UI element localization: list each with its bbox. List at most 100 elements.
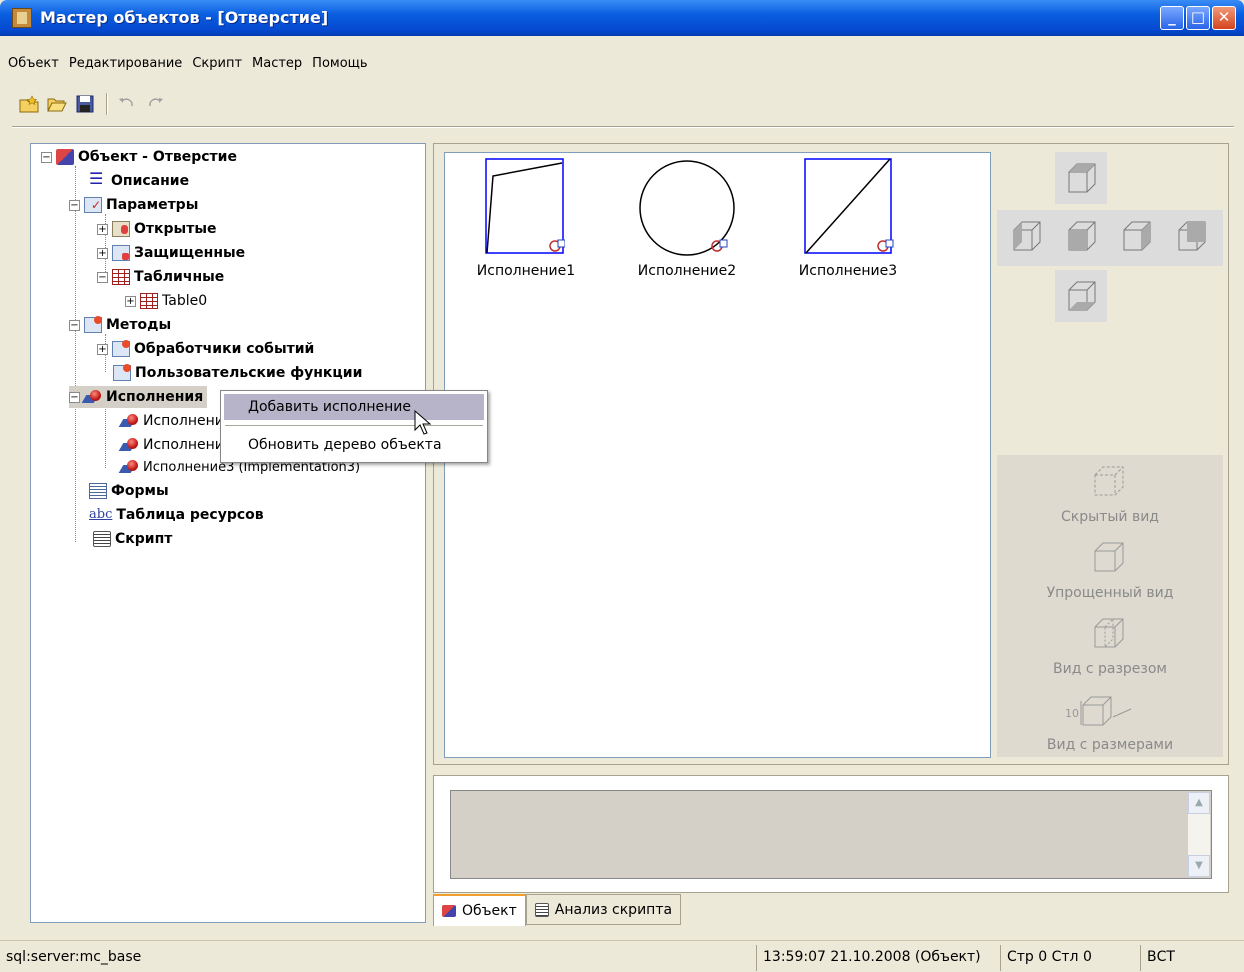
event-handlers-icon — [112, 340, 130, 357]
tree-item-root[interactable]: − Объект - Отверстие — [41, 146, 237, 168]
collapse-toggle[interactable]: − — [69, 199, 80, 211]
top-view-icon[interactable] — [1055, 152, 1107, 204]
toolbar-divider — [12, 126, 1234, 128]
close-button[interactable]: ✕ — [1212, 6, 1236, 30]
new-object-icon[interactable] — [16, 91, 42, 117]
scroll-down-button[interactable]: ▼ — [1188, 855, 1210, 877]
dimensions-view-icon[interactable]: 10 — [1061, 687, 1161, 729]
open-params-icon — [112, 221, 130, 237]
menu-object[interactable]: Объект — [8, 56, 59, 71]
user-functions-icon — [113, 364, 131, 381]
right-view-icon[interactable] — [1110, 210, 1162, 262]
tree-item-methods[interactable]: − Методы — [69, 314, 171, 336]
menu-script[interactable]: Скрипт — [192, 56, 242, 71]
menu-item-refresh-tree[interactable]: Обновить дерево объекта — [224, 433, 484, 457]
tree-label: Формы — [111, 483, 169, 499]
tree-item-tabular[interactable]: − Табличные — [97, 266, 224, 288]
expand-toggle[interactable]: + — [97, 223, 108, 235]
tree-item-implementations[interactable]: − Исполнения — [69, 386, 208, 408]
hidden-view-icon[interactable] — [1089, 461, 1129, 501]
tree-item-user-functions[interactable]: Пользовательские функции — [113, 362, 362, 384]
implementation-3-label[interactable]: Исполнение3 — [778, 263, 918, 279]
resources-icon: abc — [89, 507, 113, 522]
implementation-icon — [121, 413, 139, 429]
front-view-icon[interactable] — [1055, 210, 1107, 262]
collapse-toggle[interactable]: − — [41, 151, 52, 163]
list-icon — [89, 171, 107, 189]
table-icon — [140, 293, 158, 309]
redo-icon[interactable] — [142, 91, 168, 117]
menu-separator — [225, 425, 483, 426]
section-view-label[interactable]: Вид с разрезом — [997, 661, 1223, 677]
implementation-1-thumbnail[interactable] — [485, 158, 565, 256]
form-icon — [89, 483, 107, 499]
dimensions-view-label[interactable]: Вид с размерами — [997, 737, 1223, 753]
tree-item-parameters[interactable]: − Параметры — [69, 194, 198, 216]
implementations-icon — [84, 389, 102, 405]
app-icon — [12, 8, 32, 28]
table-icon — [112, 269, 130, 285]
simplified-view-icon[interactable] — [1089, 537, 1129, 577]
tree-label: Объект - Отверстие — [78, 149, 237, 165]
tree-label: Параметры — [106, 197, 199, 213]
tree-item-protected[interactable]: + Защищенные — [97, 242, 245, 264]
minimize-button[interactable]: _ — [1160, 6, 1184, 30]
implementation-2-label[interactable]: Исполнение2 — [617, 263, 757, 279]
menu-edit[interactable]: Редактирование — [69, 56, 182, 71]
implementations-canvas[interactable]: Исполнение1 Исполнение2 Исполнение3 — [444, 152, 991, 758]
expand-toggle[interactable]: + — [125, 295, 136, 307]
left-view-icon[interactable] — [1000, 210, 1052, 262]
hidden-view-label[interactable]: Скрытый вид — [997, 509, 1223, 525]
simplified-view-label[interactable]: Упрощенный вид — [997, 585, 1223, 601]
expand-toggle[interactable]: + — [97, 343, 108, 355]
menu-help[interactable]: Помощь — [312, 56, 367, 71]
dim-number: 10 — [1065, 707, 1079, 720]
tree-item-event-handlers[interactable]: + Обработчики событий — [97, 338, 314, 360]
protected-params-icon — [112, 245, 130, 261]
menu-item-add-implementation[interactable]: Добавить исполнение — [224, 394, 484, 420]
tree-item-open[interactable]: + Открытые — [97, 218, 216, 240]
implementation-3-thumbnail[interactable] — [804, 158, 894, 256]
tree-item-description[interactable]: Описание — [89, 170, 189, 192]
open-folder-icon[interactable] — [44, 91, 70, 117]
collapse-toggle[interactable]: − — [69, 319, 80, 331]
tree-label: Пользовательские функции — [135, 365, 363, 381]
script-icon — [534, 902, 549, 917]
bottom-tabs: Объект Анализ скрипта — [433, 894, 682, 926]
tree-label: Таблица ресурсов — [116, 507, 264, 523]
view-mode-panel: Скрытый вид Упрощенный вид Вид с разрезо… — [997, 455, 1223, 757]
tree-label: Обработчики событий — [134, 341, 315, 357]
tree-line — [75, 166, 76, 542]
back-view-icon[interactable] — [1165, 210, 1217, 262]
tab-object[interactable]: Объект — [433, 894, 526, 926]
object-tree[interactable]: − Объект - Отверстие Описание − Параметр… — [30, 143, 426, 923]
status-bar: sql:server:mc_base 13:59:07 21.10.2008 (… — [0, 940, 1244, 972]
toolbar — [16, 86, 170, 122]
save-icon[interactable] — [72, 91, 98, 117]
status-position: Стр 0 Стл 0 — [1000, 945, 1092, 971]
tree-label: Защищенные — [134, 245, 246, 261]
mouse-cursor-icon — [414, 410, 432, 435]
section-view-icon[interactable] — [1089, 613, 1129, 653]
tree-item-resources[interactable]: abc Таблица ресурсов — [89, 504, 264, 526]
implementation-2-thumbnail[interactable] — [638, 158, 738, 256]
scroll-up-button[interactable]: ▲ — [1188, 792, 1210, 814]
implementation-1-label[interactable]: Исполнение1 — [456, 263, 596, 279]
undo-icon[interactable] — [114, 91, 140, 117]
object-icon — [442, 905, 456, 917]
collapse-toggle[interactable]: − — [97, 271, 108, 283]
title-bar[interactable]: Мастер объектов - [Отверстие] _ □ ✕ — [0, 0, 1244, 36]
output-scrollbar[interactable]: ▲ ▼ — [1188, 792, 1210, 877]
maximize-button[interactable]: □ — [1186, 6, 1210, 30]
collapse-toggle[interactable]: − — [69, 391, 80, 403]
tab-script-analysis[interactable]: Анализ скрипта — [525, 894, 682, 925]
output-text-area[interactable] — [450, 790, 1212, 879]
tree-line — [105, 406, 106, 468]
tree-item-script[interactable]: Скрипт — [93, 528, 172, 550]
bottom-view-icon[interactable] — [1055, 270, 1107, 322]
tree-item-forms[interactable]: Формы — [89, 480, 169, 502]
expand-toggle[interactable]: + — [97, 247, 108, 259]
tree-label: Табличные — [134, 269, 225, 285]
tree-item-table0[interactable]: + Table0 — [125, 290, 207, 312]
menu-wizard[interactable]: Мастер — [252, 56, 302, 71]
